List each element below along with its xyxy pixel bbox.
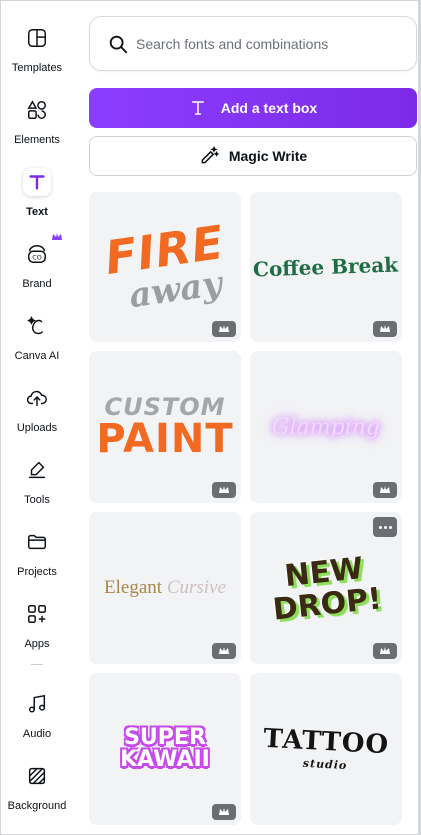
- font-combo-new-drop[interactable]: NEW DROP!: [250, 512, 402, 664]
- add-text-box-button[interactable]: Add a text box: [89, 88, 417, 128]
- templates-icon: [23, 24, 51, 52]
- tools-icon: [23, 456, 51, 484]
- premium-crown-icon: [212, 321, 236, 337]
- search-icon: [109, 35, 128, 54]
- upload-cloud-icon: [23, 384, 51, 412]
- sidebar-item-label: Brand: [22, 278, 52, 290]
- canva-ai-icon: [23, 312, 51, 340]
- sidebar-divider: [31, 664, 43, 665]
- font-combo-text: away: [127, 263, 225, 317]
- sidebar-item-text[interactable]: Text: [1, 160, 73, 230]
- premium-crown-icon: [212, 482, 236, 498]
- apps-icon: [23, 600, 51, 628]
- svg-text:CO: CO: [32, 254, 42, 262]
- sidebar-item-label: Templates: [11, 62, 63, 74]
- font-combo-text: KAWAII: [120, 747, 210, 772]
- sidebar-item-tools[interactable]: Tools: [1, 448, 73, 518]
- font-combo-text: TATTOO: [262, 723, 390, 760]
- sidebar-item-canva-ai[interactable]: Canva AI: [1, 304, 73, 374]
- music-note-icon: [23, 690, 51, 718]
- sidebar-item-label: Elements: [14, 134, 60, 146]
- font-combo-text: Coffee Break: [253, 252, 399, 282]
- magic-write-label: Magic Write: [228, 148, 308, 164]
- font-combo-coffee-break[interactable]: Coffee Break: [250, 192, 402, 342]
- magic-pen-icon: [201, 146, 219, 164]
- crown-icon: [52, 233, 62, 240]
- add-text-box-label: Add a text box: [220, 100, 318, 116]
- search-input[interactable]: [136, 30, 406, 58]
- font-combo-elegant-cursive[interactable]: Elegant Cursive: [89, 512, 241, 664]
- font-combo-text: Glamping: [272, 414, 380, 440]
- text-icon: [191, 101, 204, 115]
- sidebar-item-uploads[interactable]: Uploads: [1, 376, 73, 446]
- sidebar-item-elements[interactable]: Elements: [1, 88, 73, 158]
- font-combo-custom-paint[interactable]: CUSTOM PAINT: [89, 351, 241, 503]
- sidebar-item-brand[interactable]: CO Brand: [1, 232, 73, 302]
- brand-icon: CO: [23, 240, 51, 268]
- sidebar-item-label: Uploads: [16, 422, 58, 434]
- font-combo-glamping[interactable]: Glamping: [250, 351, 402, 503]
- sidebar-item-label: Tools: [24, 494, 50, 506]
- sidebar-item-apps[interactable]: Apps: [1, 592, 73, 662]
- elements-icon: [23, 96, 51, 124]
- more-options-button[interactable]: [373, 517, 397, 537]
- premium-crown-icon: [373, 643, 397, 659]
- font-combo-text: PAINT: [96, 416, 234, 462]
- sidebar-item-projects[interactable]: Projects: [1, 520, 73, 590]
- sidebar-item-label: Background: [7, 800, 67, 812]
- sidebar-item-label: Text: [26, 206, 48, 218]
- magic-write-button[interactable]: Magic Write: [89, 136, 417, 176]
- font-combo-text: Cursive: [166, 577, 226, 598]
- sidebar-item-label: Canva AI: [14, 350, 60, 362]
- sidebar-item-background[interactable]: Background: [1, 754, 73, 824]
- premium-crown-icon: [373, 321, 397, 337]
- background-pattern-icon: [23, 762, 51, 790]
- premium-crown-icon: [212, 643, 236, 659]
- premium-crown-icon: [212, 804, 236, 820]
- font-combo-fire-away[interactable]: FIRE away: [89, 192, 241, 342]
- sidebar-item-label: Audio: [22, 728, 52, 740]
- premium-crown-icon: [373, 482, 397, 498]
- font-combo-tattoo-studio[interactable]: TATTOO studio: [250, 673, 402, 825]
- sidebar-item-label: Projects: [17, 566, 57, 578]
- sidebar-item-audio[interactable]: Audio: [1, 682, 73, 752]
- folder-icon: [23, 528, 51, 556]
- sidebar-item-templates[interactable]: Templates: [1, 16, 73, 86]
- sidebar-item-label: Apps: [24, 638, 50, 650]
- search-box[interactable]: [89, 16, 417, 71]
- font-combo-super-kawaii[interactable]: SUPER KAWAII: [89, 673, 241, 825]
- font-combo-text: Elegant: [104, 577, 163, 598]
- text-icon: [23, 168, 51, 196]
